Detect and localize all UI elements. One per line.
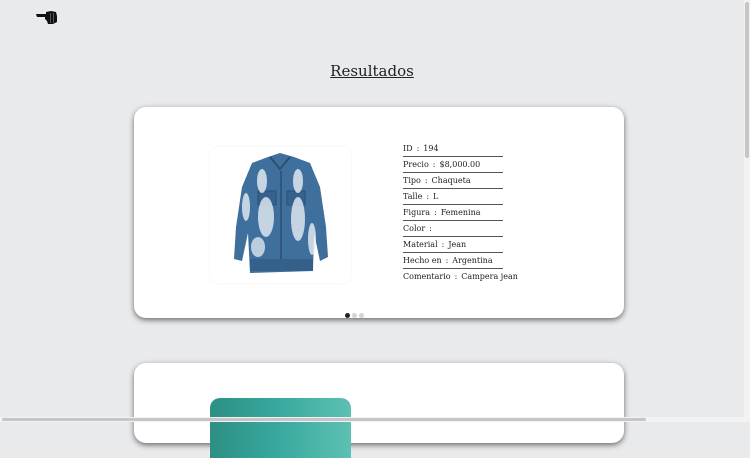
carousel-dot[interactable]: [359, 313, 364, 318]
result-card: [134, 363, 624, 458]
detail-label: Hecho en: [403, 256, 442, 265]
detail-hecho-en: Hecho en: Argentina: [403, 254, 503, 269]
jacket-image: [234, 153, 328, 273]
horizontal-scrollbar-thumb[interactable]: [2, 418, 646, 421]
back-button[interactable]: [36, 8, 58, 26]
detail-value: Chaqueta: [431, 176, 471, 185]
product-details-list: ID:194 Precio: $8,000.00 Tipo: Chaqueta Ta…: [403, 142, 518, 285]
detail-label: Color: [403, 224, 426, 233]
vertical-scrollbar-thumb[interactable]: [745, 2, 749, 158]
detail-value: Campera jean: [461, 272, 518, 281]
detail-label: Tipo: [403, 176, 421, 185]
pointing-hand-left-icon: [36, 11, 57, 24]
product-image-carousel[interactable]: [210, 147, 364, 318]
detail-id: ID:194: [403, 142, 503, 157]
product-image-carousel[interactable]: [210, 398, 351, 458]
result-card: ID:194 Precio: $8,000.00 Tipo: Chaqueta Ta…: [134, 107, 624, 318]
detail-color: Color:: [403, 222, 503, 237]
detail-label: ID: [403, 144, 413, 153]
detail-label: Comentario: [403, 272, 451, 281]
detail-figura: Figura: Femenina: [403, 206, 503, 221]
detail-material: Material: Jean: [403, 238, 503, 253]
horizontal-scrollbar[interactable]: [0, 417, 750, 422]
detail-label: Precio: [403, 160, 429, 169]
detail-value: $8,000.00: [439, 160, 481, 169]
detail-label: Talle: [403, 192, 423, 201]
detail-value: 194: [423, 144, 439, 153]
vertical-scrollbar[interactable]: [744, 0, 750, 422]
detail-label: Material: [403, 240, 438, 249]
page-title: Resultados: [330, 62, 414, 80]
detail-tipo: Tipo: Chaqueta: [403, 174, 503, 189]
detail-precio: Precio: $8,000.00: [403, 158, 503, 173]
detail-value: Jean: [448, 240, 467, 249]
carousel-indicators: [345, 313, 364, 318]
carousel-dot[interactable]: [345, 313, 350, 318]
detail-comentario: Comentario: Campera jean: [403, 272, 518, 281]
detail-value: L: [433, 192, 439, 201]
carousel-dot[interactable]: [352, 313, 357, 318]
detail-value: Femenina: [440, 208, 481, 217]
detail-label: Figura: [403, 208, 430, 217]
detail-value: Argentina: [452, 256, 493, 265]
detail-talle: Talle: L: [403, 190, 503, 205]
